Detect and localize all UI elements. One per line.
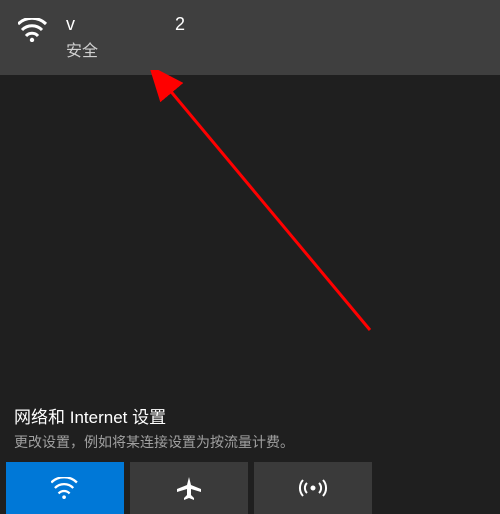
- settings-title: 网络和 Internet 设置: [14, 403, 486, 428]
- wifi-text-block: v2 安全: [66, 14, 185, 61]
- wifi-icon: [51, 477, 79, 499]
- annotation-arrow: [140, 70, 400, 350]
- wifi-security-status: 安全: [66, 37, 185, 61]
- wifi-signal-icon: [18, 14, 48, 47]
- hotspot-icon: [298, 476, 328, 500]
- airplane-icon: [175, 475, 203, 501]
- quick-actions-row: [0, 462, 500, 514]
- wifi-toggle-tile[interactable]: [6, 462, 124, 514]
- redacted-ssid: [75, 14, 175, 32]
- network-settings-link[interactable]: 网络和 Internet 设置 更改设置，例如将某连接设置为按流量计费。: [0, 393, 500, 462]
- bottom-panel: 网络和 Internet 设置 更改设置，例如将某连接设置为按流量计费。: [0, 393, 500, 514]
- wifi-network-name: v2: [66, 14, 185, 35]
- hotspot-tile[interactable]: [254, 462, 372, 514]
- settings-description: 更改设置，例如将某连接设置为按流量计费。: [14, 432, 486, 452]
- airplane-mode-tile[interactable]: [130, 462, 248, 514]
- wifi-network-item[interactable]: v2 安全: [0, 0, 500, 75]
